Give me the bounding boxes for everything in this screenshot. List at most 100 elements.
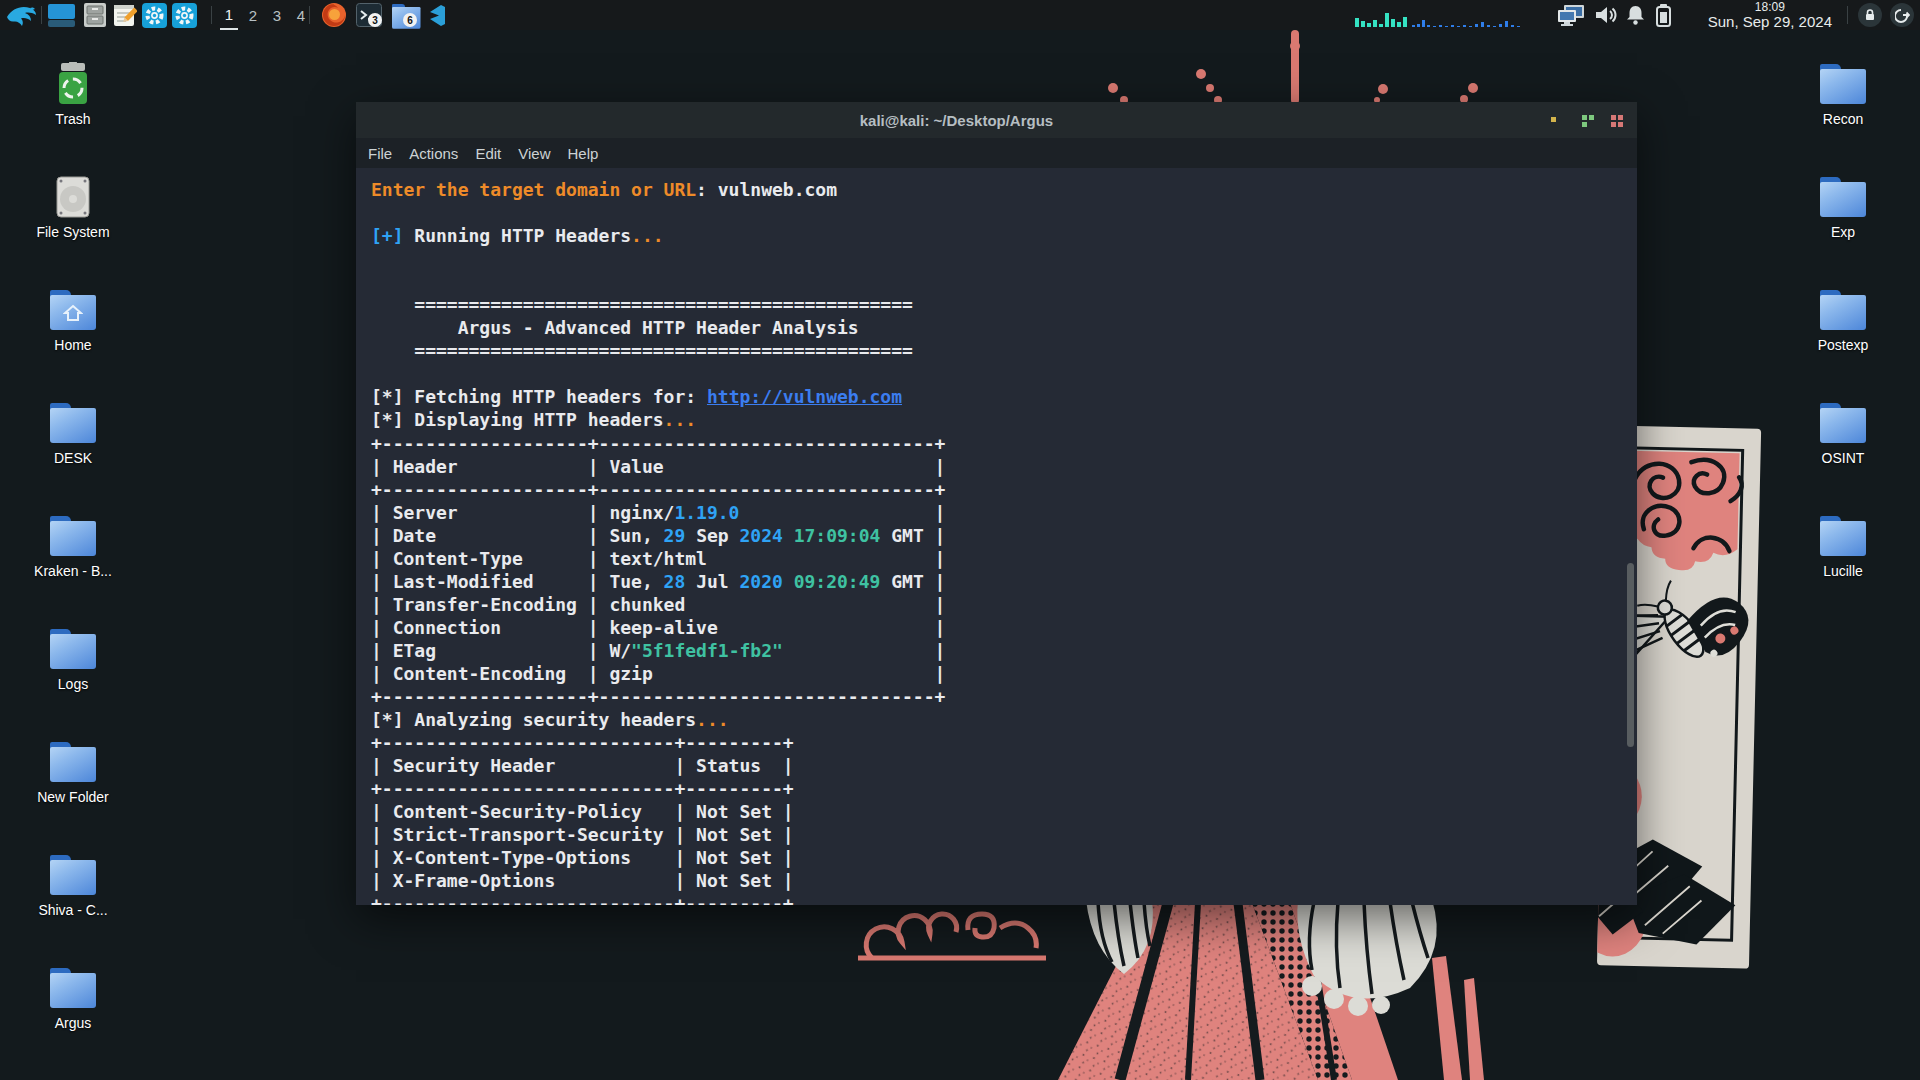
settings-gear-icon-2[interactable] xyxy=(171,0,198,30)
window-menubar: File Actions Edit View Help xyxy=(356,138,1637,168)
folder-icon xyxy=(49,627,97,671)
desktop-icon-home[interactable]: Home xyxy=(25,288,121,353)
folder-icon xyxy=(49,740,97,784)
window-title: kali@kali: ~/Desktop/Argus xyxy=(356,102,1557,138)
desktop-icon-recon[interactable]: Recon xyxy=(1795,62,1891,127)
close-button[interactable] xyxy=(1611,115,1625,127)
minimize-button[interactable] xyxy=(1550,115,1558,123)
logout-icon[interactable] xyxy=(1890,3,1914,27)
terminal-line: | Content-Security-Policy | Not Set | xyxy=(371,800,1637,823)
file-cabinet-icon[interactable] xyxy=(82,0,108,30)
skirt-art xyxy=(858,900,1484,1080)
terminal-line: [*] Displaying HTTP headers... xyxy=(371,408,1637,431)
battery-icon[interactable] xyxy=(1650,0,1676,30)
folder-icon xyxy=(1819,514,1867,558)
code-app-icon[interactable] xyxy=(426,0,450,30)
terminal-scrollbar[interactable] xyxy=(1627,563,1634,747)
files-badge: 6 xyxy=(403,13,417,27)
notifications-bell-icon[interactable] xyxy=(1622,0,1648,30)
menu-view[interactable]: View xyxy=(518,145,550,162)
terminal-line: | Transfer-Encoding | chunked | xyxy=(371,593,1637,616)
desktop-icon-kraken-b-[interactable]: Kraken - B... xyxy=(25,514,121,579)
notes-icon[interactable] xyxy=(111,0,139,30)
workspace-1[interactable]: 1 xyxy=(220,0,238,30)
desktop-icon-logs[interactable]: Logs xyxy=(25,627,121,692)
desktop-icon-exp[interactable]: Exp xyxy=(1795,175,1891,240)
folder-icon xyxy=(1819,175,1867,219)
terminal-line: +-------------------+-------------------… xyxy=(371,478,1637,501)
desktop-icon-file-system[interactable]: File System xyxy=(25,175,121,240)
terminal-line: ========================================… xyxy=(371,339,1637,362)
workspace-3[interactable]: 3 xyxy=(268,0,286,30)
panel-separator xyxy=(1847,6,1848,24)
maximize-button[interactable] xyxy=(1582,115,1596,127)
desktop-icon-shiva-c-[interactable]: Shiva - C... xyxy=(25,853,121,918)
top-panel: 3 6 18:09 Su xyxy=(0,0,1920,30)
folder-home-icon xyxy=(49,288,97,332)
desktop-icon-label: Exp xyxy=(1795,224,1891,240)
show-desktop-icon[interactable] xyxy=(45,0,77,30)
desktop-icon-trash[interactable]: Trash xyxy=(25,62,121,127)
terminal-line xyxy=(371,247,1637,270)
terminal-line: Enter the target domain or URL: vulnweb.… xyxy=(371,178,1637,201)
menu-file[interactable]: File xyxy=(368,145,392,162)
panel-separator xyxy=(41,6,42,24)
desktop-icon-label: Home xyxy=(25,337,121,353)
terminal-line xyxy=(371,270,1637,293)
terminal-line: +---------------------------+---------+ xyxy=(371,731,1637,754)
menu-edit[interactable]: Edit xyxy=(475,145,501,162)
kali-menu-icon[interactable] xyxy=(4,0,38,30)
terminal-line: | Connection | keep-alive | xyxy=(371,616,1637,639)
lock-icon[interactable] xyxy=(1858,3,1882,27)
terminal-window[interactable]: kali@kali: ~/Desktop/Argus File Actions Ed… xyxy=(356,102,1637,905)
file-manager-icon[interactable]: 6 xyxy=(389,0,419,30)
terminal-line: ========================================… xyxy=(371,293,1637,316)
folder-icon xyxy=(1819,401,1867,445)
folder-icon xyxy=(49,966,97,1010)
desktop-icon-label: Kraken - B... xyxy=(25,563,121,579)
terminal-line: | Header | Value | xyxy=(371,455,1637,478)
desktop-icon-label: File System xyxy=(25,224,121,240)
terminal-output[interactable]: Enter the target domain or URL: vulnweb.… xyxy=(356,168,1637,905)
terminal-line: | Security Header | Status | xyxy=(371,754,1637,777)
desktop-icon-label: DESK xyxy=(25,450,121,466)
firefox-icon[interactable] xyxy=(319,0,349,30)
desktop-icon-label: OSINT xyxy=(1795,450,1891,466)
desktop-icon-label: Postexp xyxy=(1795,337,1891,353)
workspace-2[interactable]: 2 xyxy=(244,0,262,30)
desktop-icon-postexp[interactable]: Postexp xyxy=(1795,288,1891,353)
window-titlebar[interactable]: kali@kali: ~/Desktop/Argus xyxy=(356,102,1637,138)
trash-icon xyxy=(49,62,97,106)
clock[interactable]: 18:09 Sun, Sep 29, 2024 xyxy=(1708,0,1832,30)
terminal-line: +---------------------------+---------+ xyxy=(371,777,1637,800)
terminal-badge: 3 xyxy=(368,13,382,27)
terminal-line: | Strict-Transport-Security | Not Set | xyxy=(371,823,1637,846)
terminal-line: | X-Content-Type-Options | Not Set | xyxy=(371,846,1637,869)
desktop-icon-lucille[interactable]: Lucille xyxy=(1795,514,1891,579)
desktop-icon-argus[interactable]: Argus xyxy=(25,966,121,1031)
terminal-line: | Date | Sun, 29 Sep 2024 17:09:04 GMT | xyxy=(371,524,1637,547)
workspace-4[interactable]: 4 xyxy=(292,0,310,30)
desktop-icon-desk[interactable]: DESK xyxy=(25,401,121,466)
terminal-line: | X-Frame-Options | Not Set | xyxy=(371,869,1637,892)
desktop-icon-new-folder[interactable]: New Folder xyxy=(25,740,121,805)
folder-icon xyxy=(49,514,97,558)
terminal-line: [*] Analyzing security headers... xyxy=(371,708,1637,731)
desktop-icon-label: Shiva - C... xyxy=(25,902,121,918)
settings-gear-icon[interactable] xyxy=(141,0,168,30)
drive-icon xyxy=(49,175,97,219)
volume-icon[interactable] xyxy=(1592,0,1620,30)
folder-icon xyxy=(1819,62,1867,106)
desktop-icon-label: Argus xyxy=(25,1015,121,1031)
desktop: Trash File System Home DESK Kraken - B... Log… xyxy=(0,0,1920,1080)
menu-help[interactable]: Help xyxy=(567,145,598,162)
terminal-app-icon[interactable]: 3 xyxy=(354,0,384,30)
terminal-line: | Content-Encoding | gzip | xyxy=(371,662,1637,685)
panel-separator xyxy=(211,6,212,24)
folder-icon xyxy=(49,401,97,445)
desktop-icon-osint[interactable]: OSINT xyxy=(1795,401,1891,466)
folder-icon xyxy=(1819,288,1867,332)
terminal-line: | ETag | W/"5f1fedf1-fb2" | xyxy=(371,639,1637,662)
menu-actions[interactable]: Actions xyxy=(409,145,458,162)
display-icon[interactable] xyxy=(1554,0,1588,30)
